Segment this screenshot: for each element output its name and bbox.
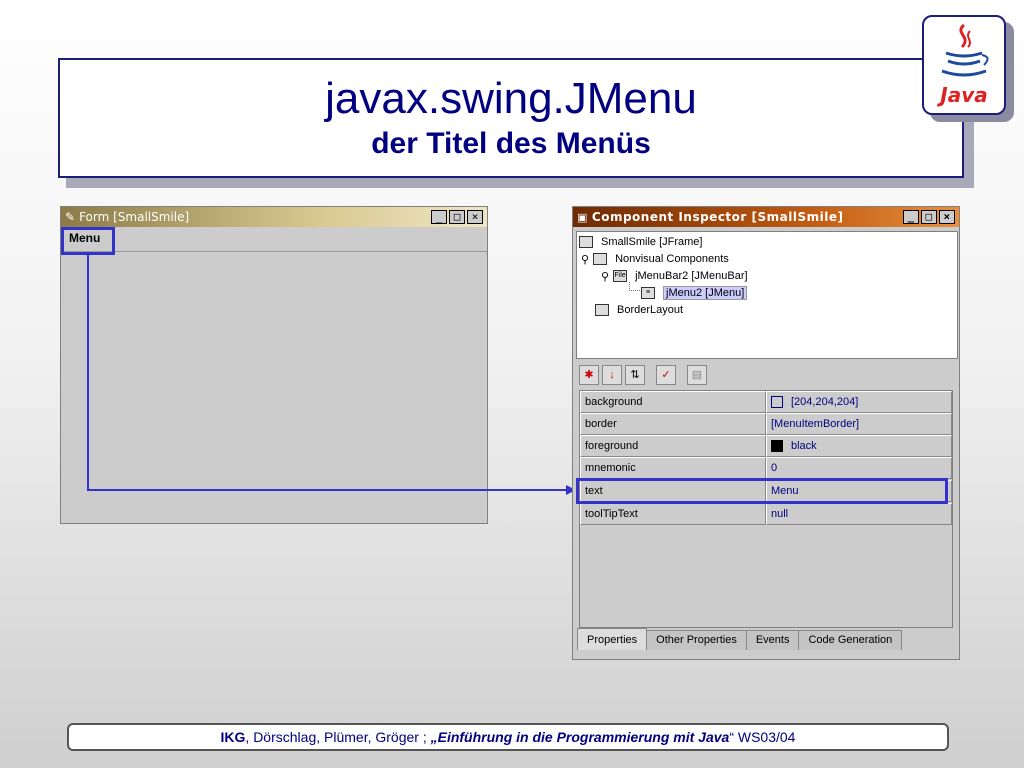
inspector-tabs: Properties Other Properties Events Code … <box>577 628 903 650</box>
property-row[interactable]: foreground black <box>580 435 952 457</box>
footer-course: Einführung in die Programmierung mit Jav… <box>437 729 730 745</box>
property-name: toolTipText <box>580 503 766 525</box>
property-value: black <box>791 440 817 452</box>
properties-toolbar: ✱ ↓ ⇅ ✓ ▤ <box>579 365 707 387</box>
tree-item-label: SmallSmile [JFrame] <box>601 236 703 248</box>
frame-icon <box>579 236 593 248</box>
tab-other-properties[interactable]: Other Properties <box>646 630 747 650</box>
footer-term: “ WS03/04 <box>729 729 796 745</box>
slide-title: javax.swing.JMenu <box>325 74 697 123</box>
property-row[interactable]: mnemonic 0 <box>580 457 952 479</box>
java-logo-text: Java <box>940 83 988 107</box>
sort-by-name-icon[interactable]: ↓ <box>602 365 622 385</box>
tree-item-label: BorderLayout <box>617 304 684 316</box>
form-window: ✎ Form [SmallSmile] _ □ × Menu <box>60 206 488 524</box>
tree-connector <box>629 282 640 291</box>
property-name: border <box>580 413 766 435</box>
form-window-icon: ✎ <box>65 210 76 224</box>
component-tree: SmallSmile [JFrame] ⚲ Nonvisual Componen… <box>576 231 958 359</box>
tab-properties[interactable]: Properties <box>577 628 648 650</box>
inspector-titlebar[interactable]: ▣ Component Inspector [SmallSmile] _ □ × <box>573 207 959 227</box>
property-value[interactable]: 0 <box>766 457 952 479</box>
connector-line-horizontal <box>87 489 571 491</box>
property-row[interactable]: border [MenuItemBorder] <box>580 413 952 435</box>
property-sheet: background [204,204,204] border [MenuIte… <box>579 390 953 628</box>
folder-icon <box>593 253 608 265</box>
coffee-cup-icon <box>941 23 989 77</box>
color-swatch-icon <box>771 440 783 452</box>
tree-item-label: jMenuBar2 [JMenuBar] <box>635 270 748 282</box>
tree-item[interactable]: ⚲ File jMenuBar2 [JMenuBar] <box>601 268 748 284</box>
component-inspector-window: ▣ Component Inspector [SmallSmile] _ □ ×… <box>572 206 960 660</box>
form-titlebar[interactable]: ✎ Form [SmallSmile] _ □ × <box>61 207 487 227</box>
connector-line-vertical <box>87 255 89 491</box>
menu-icon: ≡ <box>641 287 655 299</box>
property-value: [204,204,204] <box>791 396 859 408</box>
property-name: background <box>580 391 766 413</box>
menubar-icon: File <box>613 270 628 282</box>
expand-key-icon: ⚲ <box>581 253 590 266</box>
slide-subtitle: der Titel des Menüs <box>371 127 651 160</box>
close-button[interactable]: × <box>467 210 483 224</box>
title-box: javax.swing.JMenu der Titel des Menüs <box>58 58 964 178</box>
filter-changed-icon[interactable]: ✓ <box>656 365 676 385</box>
form-window-title: Form [SmallSmile] <box>79 210 190 224</box>
tab-code-generation[interactable]: Code Generation <box>798 630 903 650</box>
property-value[interactable]: null <box>766 503 952 525</box>
close-button[interactable]: × <box>939 210 955 224</box>
maximize-button[interactable]: □ <box>921 210 937 224</box>
property-row[interactable]: toolTipText null <box>580 503 952 525</box>
inspector-window-title: Component Inspector [SmallSmile] <box>591 210 844 224</box>
minimize-button[interactable]: _ <box>431 210 447 224</box>
tree-item[interactable]: ⚲ Nonvisual Components <box>581 251 729 267</box>
expand-key-icon: ⚲ <box>601 270 610 283</box>
tree-item-selected[interactable]: ≡ jMenu2 [JMenu] <box>641 285 748 301</box>
slide-footer: IKG, Dörschlag, Plümer, Gröger ; „Einfüh… <box>67 723 949 751</box>
tree-item[interactable]: BorderLayout <box>595 302 683 318</box>
footer-authors: , Dörschlag, Plümer, Gröger ; <box>245 729 431 745</box>
footer-org: IKG <box>220 729 246 745</box>
inspector-window-icon: ▣ <box>577 210 588 224</box>
menu-highlight-box <box>61 227 115 255</box>
unsorted-icon[interactable]: ✱ <box>579 365 599 385</box>
maximize-button[interactable]: □ <box>449 210 465 224</box>
color-swatch-icon <box>771 396 783 408</box>
java-logo: Java <box>922 15 1006 115</box>
property-value-cell[interactable]: [204,204,204] <box>766 391 952 413</box>
customize-icon[interactable]: ▤ <box>687 365 707 385</box>
tree-item-label: Nonvisual Components <box>615 253 729 265</box>
layout-icon <box>595 304 609 316</box>
minimize-button[interactable]: _ <box>903 210 919 224</box>
sort-by-type-icon[interactable]: ⇅ <box>625 365 645 385</box>
property-row[interactable]: background [204,204,204] <box>580 391 952 413</box>
text-property-highlight-box <box>576 478 948 504</box>
property-value[interactable]: [MenuItemBorder] <box>766 413 952 435</box>
tree-item-label: jMenu2 [JMenu] <box>663 286 748 300</box>
property-value-cell[interactable]: black <box>766 435 952 457</box>
property-name: mnemonic <box>580 457 766 479</box>
form-menubar: Menu <box>61 227 487 252</box>
tree-item[interactable]: SmallSmile [JFrame] <box>579 234 702 250</box>
tab-events[interactable]: Events <box>745 630 800 650</box>
property-name: foreground <box>580 435 766 457</box>
